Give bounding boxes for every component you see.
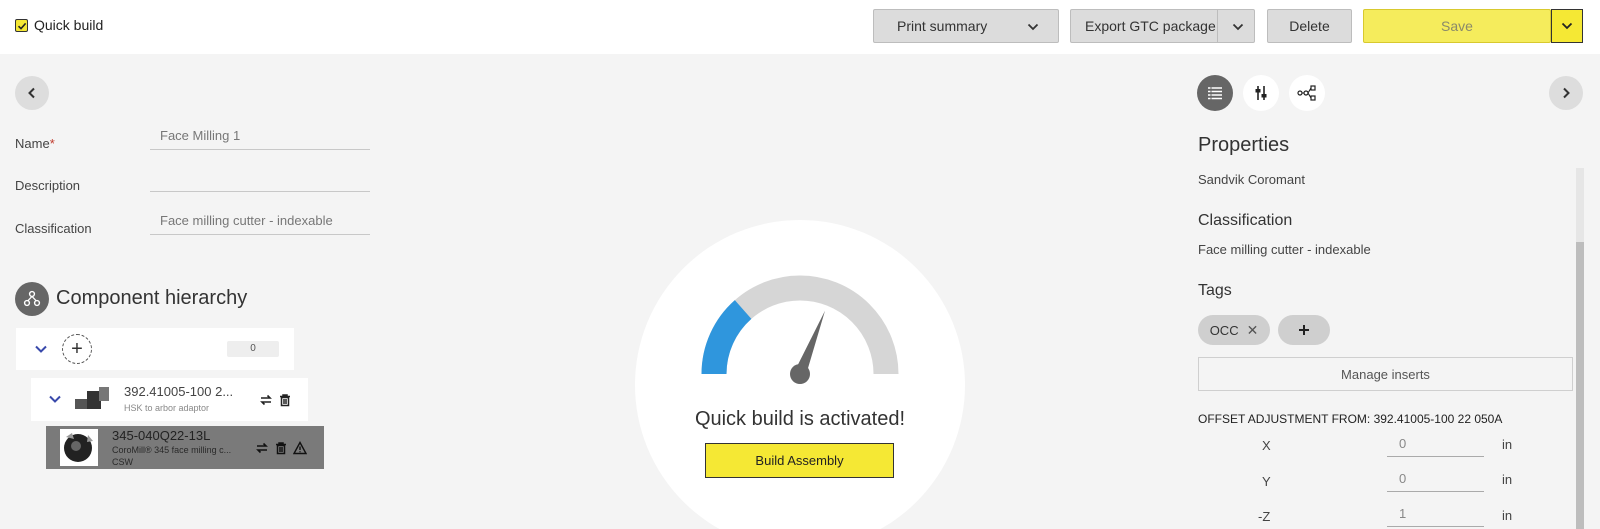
offset-z-label: -Z (1258, 509, 1271, 524)
add-tag-button[interactable] (1278, 315, 1330, 345)
node-graph-icon (1297, 85, 1316, 101)
plus-icon: + (71, 337, 83, 360)
hierarchy-root-row[interactable]: + 0 (16, 328, 294, 370)
scrollbar-thumb[interactable] (1576, 242, 1584, 529)
swap-icon[interactable] (255, 441, 269, 455)
name-label-text: Name (15, 136, 50, 151)
component-subtitle: CoroMill® 345 face milling c... (112, 445, 232, 455)
chevron-down-icon (1561, 22, 1573, 30)
brand-text: Sandvik Coromant (1198, 172, 1305, 187)
quick-build-status: Quick build is activated! (694, 408, 906, 430)
manage-inserts-button[interactable]: Manage inserts (1198, 357, 1573, 391)
component-subtitle: HSK to arbor adaptor (124, 403, 210, 413)
adaptor-thumbnail (75, 387, 109, 409)
chevron-right-icon (1563, 87, 1570, 99)
gauge (701, 275, 899, 384)
classification-label: Classification (15, 221, 92, 236)
collapse-right-button[interactable] (1549, 76, 1583, 110)
description-field[interactable] (150, 166, 370, 192)
classification-field[interactable]: Face milling cutter - indexable (150, 209, 370, 235)
split-divider (1217, 10, 1218, 42)
component-hierarchy-title: Component hierarchy (56, 287, 248, 309)
name-field[interactable]: Face Milling 1 (150, 124, 370, 150)
collapse-left-button[interactable] (15, 76, 49, 110)
print-summary-button[interactable]: Print summary (873, 9, 1059, 43)
sliders-icon (1255, 86, 1267, 100)
offset-z-unit: in (1502, 508, 1513, 523)
component-title: 345-040Q22-13L (112, 428, 211, 443)
face-mill-thumbnail (60, 429, 98, 466)
tag-chip: OCC ✕ (1198, 315, 1270, 345)
close-icon[interactable]: ✕ (1247, 322, 1259, 339)
check-icon (17, 22, 26, 30)
add-component-button[interactable]: + (62, 334, 92, 364)
description-label: Description (15, 178, 81, 193)
component-count: 0 (227, 341, 279, 357)
top-toolbar: Quick build Print summary Export GTC pac… (0, 0, 1600, 54)
tags-heading: Tags (1198, 282, 1232, 299)
plus-icon (1299, 325, 1309, 335)
chevron-down-icon[interactable] (48, 392, 62, 406)
offset-y-unit: in (1502, 472, 1513, 487)
offset-x-input[interactable]: 0 (1387, 433, 1484, 457)
required-mark: * (49, 136, 55, 151)
offset-x-label: X (1262, 438, 1271, 453)
gauge-fill (701, 300, 752, 375)
properties-scrollbar[interactable] (1576, 168, 1584, 529)
chevron-left-icon (28, 87, 35, 99)
tab-properties[interactable] (1197, 75, 1233, 111)
delete-label: Delete (1289, 18, 1330, 34)
offset-y-input[interactable]: 0 (1387, 468, 1484, 492)
hierarchy-icon (15, 282, 49, 316)
offset-y-label: Y (1262, 474, 1271, 489)
hierarchy-item[interactable]: 345-040Q22-13L CoroMill® 345 face millin… (46, 426, 324, 469)
export-gtc-label: Export GTC package (1085, 18, 1216, 34)
hierarchy-item[interactable]: 392.41005-100 2... HSK to arbor adaptor (31, 378, 308, 421)
gauge-hub (790, 364, 810, 384)
save-button[interactable]: Save (1363, 9, 1551, 43)
tag-label: OCC (1209, 322, 1239, 338)
print-summary-label: Print summary (897, 18, 988, 34)
component-title: 392.41005-100 2... (124, 384, 234, 399)
trash-icon[interactable] (274, 441, 288, 455)
warning-icon[interactable] (293, 441, 307, 455)
quick-build-label[interactable]: Quick build (34, 17, 103, 33)
export-gtc-button[interactable]: Export GTC package (1070, 9, 1255, 43)
properties-heading: Properties (1198, 134, 1290, 156)
offset-x-unit: in (1502, 437, 1513, 452)
save-label: Save (1441, 18, 1473, 34)
chevron-down-icon[interactable] (1231, 20, 1245, 34)
offset-z-input[interactable]: 1 (1387, 503, 1484, 527)
classification-text: Face milling cutter - indexable (1198, 242, 1371, 257)
offset-heading: OFFSET ADJUSTMENT FROM: 392.41005-100 22… (1198, 412, 1503, 426)
component-subtitle-2: CSW (112, 457, 133, 467)
trash-icon[interactable] (278, 393, 292, 407)
quick-build-checkbox[interactable] (15, 19, 28, 32)
tab-adjustments[interactable] (1243, 75, 1279, 111)
quick-build-gauge-panel (635, 220, 965, 529)
save-options-button[interactable] (1551, 9, 1583, 43)
chevron-down-icon (1027, 23, 1039, 31)
delete-button[interactable]: Delete (1267, 9, 1352, 43)
chevron-down-icon[interactable] (34, 342, 48, 356)
swap-icon[interactable] (259, 393, 273, 407)
name-label: Name* (15, 136, 55, 151)
list-icon (1208, 87, 1222, 100)
tab-graph[interactable] (1289, 75, 1325, 111)
classification-heading: Classification (1198, 212, 1293, 229)
build-assembly-button[interactable]: Build Assembly (705, 443, 894, 478)
